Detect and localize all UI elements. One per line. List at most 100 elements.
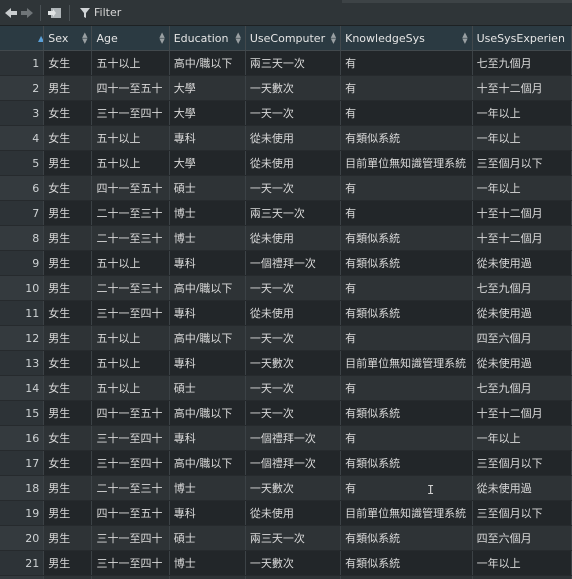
row-number[interactable]: 18: [0, 475, 45, 501]
row-number[interactable]: 11: [0, 300, 45, 326]
cell-sex[interactable]: 女生: [43, 425, 93, 451]
column-header-usecomputer[interactable]: UseComputer ▲ ▼: [245, 26, 342, 51]
cell-knowledgesys[interactable]: 有: [340, 475, 473, 501]
table-row[interactable]: 16 女生 三十一至四十 專科 一個禮拜一次有一年以上: [0, 425, 572, 451]
cell-knowledgesys[interactable]: 有: [340, 375, 473, 401]
cell-usesysexperience[interactable]: 一年以上: [472, 550, 572, 576]
cell-knowledgesys[interactable]: 有類似系統: [340, 450, 473, 476]
column-header-sex[interactable]: Sex ▲ ▼: [43, 26, 93, 51]
cell-age[interactable]: 三十一至四十: [91, 100, 170, 126]
cell-usecomputer[interactable]: 從未使用: [245, 300, 342, 326]
cell-age[interactable]: 三十一至四十: [91, 575, 170, 579]
cell-knowledgesys[interactable]: 有: [340, 575, 473, 579]
row-number-header[interactable]: ▲: [0, 26, 45, 51]
cell-knowledgesys[interactable]: 目前單位無知識管理系統: [340, 500, 473, 526]
cell-usecomputer[interactable]: 一天一次: [245, 325, 342, 351]
table-row[interactable]: 14 女生 五十以上 碩士 一天一次有七至九個月: [0, 375, 572, 401]
cell-usesysexperience[interactable]: 十至十二個月: [472, 400, 572, 426]
cell-sex[interactable]: 男生: [43, 75, 93, 101]
column-header-usesysexperience[interactable]: UseSysExperien: [472, 26, 572, 51]
table-row[interactable]: 19 男生 四十一至五十 專科 從未使用 目前單位無知識管理系統 三至個月以下: [0, 500, 572, 526]
cell-sex[interactable]: 男生: [43, 550, 93, 576]
table-row[interactable]: 22女生三十一至四十碩士兩三天一次有七至九個月: [0, 575, 572, 579]
column-header-age[interactable]: Age ▲ ▼: [91, 26, 170, 51]
row-number[interactable]: 2: [0, 75, 45, 101]
row-number[interactable]: 19: [0, 500, 45, 526]
cell-usesysexperience[interactable]: 十至十二個月: [472, 75, 572, 101]
table-row[interactable]: 4 女生 五十以上 專科 從未使用 有類似系統 一年以上: [0, 125, 572, 151]
row-number[interactable]: 17: [0, 450, 45, 476]
cell-education[interactable]: 高中/職以下: [169, 400, 246, 426]
cell-usecomputer[interactable]: 從未使用: [245, 225, 342, 251]
table-row[interactable]: 15 男生 四十一至五十 高中/職以下 一天一次 有類似系統 十至十二個月: [0, 400, 572, 426]
cell-sex[interactable]: 男生: [43, 475, 93, 501]
cell-education[interactable]: 碩士: [169, 525, 246, 551]
cell-usecomputer[interactable]: 從未使用: [245, 150, 342, 176]
cell-usecomputer[interactable]: 兩三天一次: [245, 200, 342, 226]
data-grid[interactable]: ▲ Sex ▲ ▼ Age ▲ ▼ Education ▲ ▼ UseComputer ▲ ▼ …: [0, 26, 572, 579]
cell-education[interactable]: 博士: [169, 200, 246, 226]
table-row[interactable]: 6 女生 四十一至五十 碩士 一天一次有一年以上: [0, 175, 572, 201]
cell-usecomputer[interactable]: 一個禮拜一次: [245, 250, 342, 276]
cell-age[interactable]: 五十以上: [91, 250, 170, 276]
cell-age[interactable]: 二十一至三十: [91, 225, 170, 251]
table-row[interactable]: 9 男生 五十以上 專科 一個禮拜一次 有類似系統 從未使用過: [0, 250, 572, 276]
cell-education[interactable]: 大學: [169, 100, 246, 126]
cell-usesysexperience[interactable]: 三至個月以下: [472, 500, 572, 526]
row-number[interactable]: 6: [0, 175, 45, 201]
cell-usesysexperience[interactable]: 從未使用過: [472, 300, 572, 326]
cell-age[interactable]: 五十以上: [91, 150, 170, 176]
row-number[interactable]: 13: [0, 350, 45, 376]
row-number[interactable]: 12: [0, 325, 45, 351]
cell-age[interactable]: 四十一至五十: [91, 500, 170, 526]
cell-sex[interactable]: 男生: [43, 400, 93, 426]
row-number[interactable]: 22: [0, 575, 45, 579]
popout-icon[interactable]: [47, 4, 63, 22]
cell-age[interactable]: 五十以上: [91, 50, 170, 76]
cell-sex[interactable]: 男生: [43, 150, 93, 176]
cell-sex[interactable]: 女生: [43, 50, 93, 76]
cell-education[interactable]: 大學: [169, 75, 246, 101]
row-number[interactable]: 4: [0, 125, 45, 151]
cell-knowledgesys[interactable]: 目前單位無知識管理系統: [340, 150, 473, 176]
cell-usesysexperience[interactable]: 一年以上: [472, 100, 572, 126]
cell-usesysexperience[interactable]: 七至九個月: [472, 375, 572, 401]
cell-education[interactable]: 博士: [169, 475, 246, 501]
cell-knowledgesys[interactable]: 有類似系統: [340, 400, 473, 426]
cell-age[interactable]: 三十一至四十: [91, 300, 170, 326]
cell-age[interactable]: 四十一至五十: [91, 175, 170, 201]
cell-sex[interactable]: 男生: [43, 225, 93, 251]
cell-sex[interactable]: 女生: [43, 450, 93, 476]
table-row[interactable]: 20 男生 三十一至四十 碩士 兩三天一次 有類似系統 四至六個月: [0, 525, 572, 551]
cell-knowledgesys[interactable]: 有類似系統: [340, 225, 473, 251]
cell-sex[interactable]: 女生: [43, 375, 93, 401]
cell-education[interactable]: 專科: [169, 500, 246, 526]
cell-usecomputer[interactable]: 一天數次: [245, 550, 342, 576]
cell-usesysexperience[interactable]: 一年以上: [472, 425, 572, 451]
row-number[interactable]: 8: [0, 225, 45, 251]
cell-usecomputer[interactable]: 從未使用: [245, 500, 342, 526]
cell-usesysexperience[interactable]: 從未使用過: [472, 475, 572, 501]
cell-age[interactable]: 二十一至三十: [91, 475, 170, 501]
cell-knowledgesys[interactable]: 有: [340, 325, 473, 351]
table-row[interactable]: 7 男生 二十一至三十 博士 兩三天一次有十至十二個月: [0, 200, 572, 226]
cell-usecomputer[interactable]: 一天一次: [245, 275, 342, 301]
cell-education[interactable]: 專科: [169, 425, 246, 451]
cell-education[interactable]: 專科: [169, 125, 246, 151]
cell-education[interactable]: 碩士: [169, 175, 246, 201]
cell-knowledgesys[interactable]: 有: [340, 200, 473, 226]
row-number[interactable]: 7: [0, 200, 45, 226]
cell-usecomputer[interactable]: 一個禮拜一次: [245, 450, 342, 476]
cell-knowledgesys[interactable]: 有類似系統: [340, 525, 473, 551]
cell-sex[interactable]: 女生: [43, 350, 93, 376]
cell-knowledgesys[interactable]: 有: [340, 100, 473, 126]
cell-sex[interactable]: 女生: [43, 575, 93, 579]
cell-education[interactable]: 高中/職以下: [169, 325, 246, 351]
row-number[interactable]: 3: [0, 100, 45, 126]
cell-sex[interactable]: 女生: [43, 100, 93, 126]
cell-knowledgesys[interactable]: 有類似系統: [340, 300, 473, 326]
cell-knowledgesys[interactable]: 有: [340, 75, 473, 101]
cell-age[interactable]: 五十以上: [91, 325, 170, 351]
cell-knowledgesys[interactable]: 有類似系統: [340, 125, 473, 151]
cell-usesysexperience[interactable]: 三至個月以下: [472, 450, 572, 476]
